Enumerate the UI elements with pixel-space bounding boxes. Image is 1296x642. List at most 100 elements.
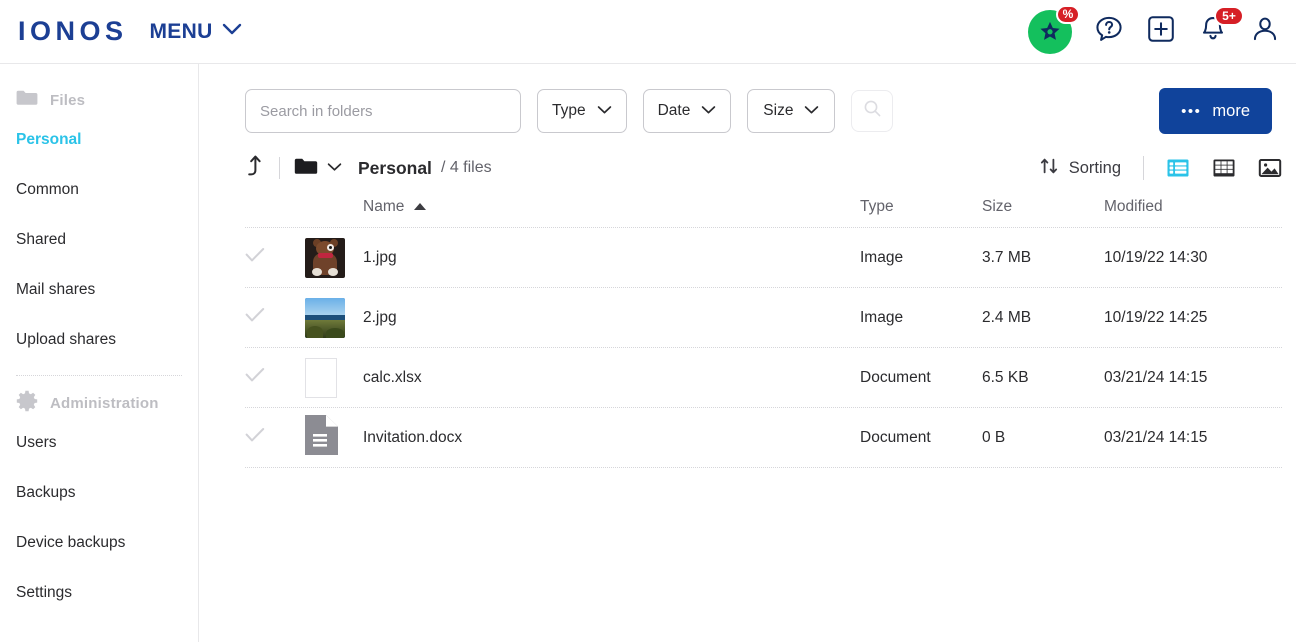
table-row[interactable]: Invitation.docx Document 0 B 03/21/24 14… bbox=[245, 408, 1282, 468]
file-modified: 03/21/24 14:15 bbox=[1104, 429, 1282, 447]
sidebar-divider bbox=[16, 375, 182, 376]
sorting-button[interactable]: Sorting bbox=[1039, 156, 1121, 181]
search-submit-button[interactable] bbox=[851, 90, 893, 132]
table-header-row: Name Type Size Modified bbox=[245, 186, 1282, 228]
file-type: Image bbox=[860, 249, 982, 267]
sidebar-item-label: Upload shares bbox=[16, 331, 116, 348]
breadcrumb-divider bbox=[279, 157, 280, 179]
plus-square-icon bbox=[1146, 14, 1176, 49]
sidebar-section-label-files: Files bbox=[50, 92, 85, 109]
header-icon-group: % bbox=[1028, 10, 1280, 54]
sidebar-item-settings[interactable]: Settings bbox=[0, 568, 198, 618]
sort-arrows-icon bbox=[1039, 156, 1059, 181]
promo-button[interactable]: % bbox=[1028, 10, 1072, 54]
table-row[interactable]: 1.jpg Image 3.7 MB 10/19/22 14:30 bbox=[245, 228, 1282, 288]
sidebar-section-label-administration: Administration bbox=[50, 395, 159, 412]
file-type: Image bbox=[860, 309, 982, 327]
file-modified: 10/19/22 14:25 bbox=[1104, 309, 1282, 327]
sidebar-item-personal[interactable]: Personal bbox=[0, 115, 198, 165]
column-header-type[interactable]: Type bbox=[860, 198, 982, 216]
top-header-bar: IONOS MENU % bbox=[0, 0, 1296, 64]
file-type: Document bbox=[860, 369, 982, 387]
sidebar-item-label: Users bbox=[16, 434, 56, 451]
sidebar-item-label: Settings bbox=[16, 584, 72, 601]
sidebar-item-mail-shares[interactable]: Mail shares bbox=[0, 265, 198, 315]
chevron-down-icon bbox=[597, 102, 612, 120]
arrow-up-icon[interactable] bbox=[245, 154, 265, 183]
file-name: 2.jpg bbox=[363, 309, 397, 327]
header-name-column[interactable]: Name bbox=[363, 198, 860, 216]
filter-date-dropdown[interactable]: Date bbox=[643, 89, 732, 133]
row-select-checkbox[interactable] bbox=[245, 367, 305, 388]
sorting-label: Sorting bbox=[1069, 159, 1121, 178]
checkmark-icon bbox=[245, 367, 305, 388]
main-menu-button[interactable]: MENU bbox=[150, 20, 242, 44]
file-table: Name Type Size Modified bbox=[199, 186, 1296, 468]
row-select-checkbox[interactable] bbox=[245, 307, 305, 328]
sidebar-item-label: Device backups bbox=[16, 534, 125, 551]
chevron-down-icon bbox=[701, 102, 716, 120]
breadcrumb-folder-dropdown[interactable] bbox=[294, 157, 342, 180]
sidebar-item-users[interactable]: Users bbox=[0, 418, 198, 468]
file-size: 6.5 KB bbox=[982, 369, 1104, 387]
file-size: 3.7 MB bbox=[982, 249, 1104, 267]
sidebar-item-label: Backups bbox=[16, 484, 75, 501]
checkmark-icon bbox=[245, 307, 305, 328]
promo-badge: % bbox=[1056, 5, 1080, 24]
table-row[interactable]: calc.xlsx Document 6.5 KB 03/21/24 14:15 bbox=[245, 348, 1282, 408]
row-select-checkbox[interactable] bbox=[245, 427, 305, 448]
help-button[interactable] bbox=[1094, 14, 1124, 49]
sidebar-item-device-backups[interactable]: Device backups bbox=[0, 518, 198, 568]
filter-label: Type bbox=[552, 102, 586, 120]
grid-view-button[interactable] bbox=[1212, 156, 1236, 180]
view-divider bbox=[1143, 156, 1144, 180]
filter-type-dropdown[interactable]: Type bbox=[537, 89, 627, 133]
view-controls: Sorting bbox=[1039, 156, 1282, 181]
sidebar-item-shared[interactable]: Shared bbox=[0, 215, 198, 265]
list-view-button[interactable] bbox=[1166, 156, 1190, 180]
notifications-button[interactable]: 5+ bbox=[1198, 14, 1228, 49]
sidebar-navigation: Files Personal Common Shared Mail shares… bbox=[0, 64, 199, 642]
landscape-photo-thumbnail bbox=[305, 298, 345, 338]
file-type: Document bbox=[860, 429, 982, 447]
column-header-size[interactable]: Size bbox=[982, 198, 1104, 216]
sidebar-item-label: Mail shares bbox=[16, 281, 95, 298]
search-icon bbox=[863, 99, 882, 123]
column-header-modified[interactable]: Modified bbox=[1104, 198, 1282, 216]
file-size: 2.4 MB bbox=[982, 309, 1104, 327]
sidebar-item-label: Shared bbox=[16, 231, 66, 248]
user-avatar-icon bbox=[1250, 14, 1280, 49]
table-row[interactable]: 2.jpg Image 2.4 MB 10/19/22 14:25 bbox=[245, 288, 1282, 348]
filter-label: Date bbox=[658, 102, 691, 120]
more-dots-icon: ••• bbox=[1181, 103, 1201, 120]
ionos-logo[interactable]: IONOS bbox=[18, 16, 128, 47]
gallery-view-button[interactable] bbox=[1258, 156, 1282, 180]
sidebar-item-label: Common bbox=[16, 181, 79, 198]
filter-label: Size bbox=[763, 102, 793, 120]
help-question-icon bbox=[1094, 14, 1124, 49]
folder-icon bbox=[16, 89, 38, 111]
row-thumbnail bbox=[305, 415, 363, 460]
gear-icon bbox=[16, 390, 38, 417]
sidebar-item-backups[interactable]: Backups bbox=[0, 468, 198, 518]
row-thumbnail bbox=[305, 238, 363, 278]
chevron-down-icon bbox=[222, 23, 242, 41]
filter-size-dropdown[interactable]: Size bbox=[747, 89, 835, 133]
sidebar-item-common[interactable]: Common bbox=[0, 165, 198, 215]
file-modified: 10/19/22 14:30 bbox=[1104, 249, 1282, 267]
row-select-checkbox[interactable] bbox=[245, 247, 305, 268]
more-button-label: more bbox=[1212, 102, 1250, 121]
chevron-down-icon bbox=[327, 159, 342, 177]
more-button[interactable]: ••• more bbox=[1159, 88, 1272, 134]
file-name: 1.jpg bbox=[363, 249, 397, 267]
account-button[interactable] bbox=[1250, 14, 1280, 49]
breadcrumb-current-folder: Personal bbox=[358, 158, 432, 179]
filter-toolbar: Type Date Size bbox=[199, 64, 1296, 134]
breadcrumb-file-count: / 4 files bbox=[441, 159, 492, 177]
sidebar-item-upload-shares[interactable]: Upload shares bbox=[0, 315, 198, 365]
add-button[interactable] bbox=[1146, 14, 1176, 49]
row-thumbnail bbox=[305, 358, 363, 398]
breadcrumb-bar: Personal / 4 files Sorting bbox=[199, 134, 1296, 180]
file-name: calc.xlsx bbox=[363, 369, 422, 387]
search-input[interactable] bbox=[245, 89, 521, 133]
